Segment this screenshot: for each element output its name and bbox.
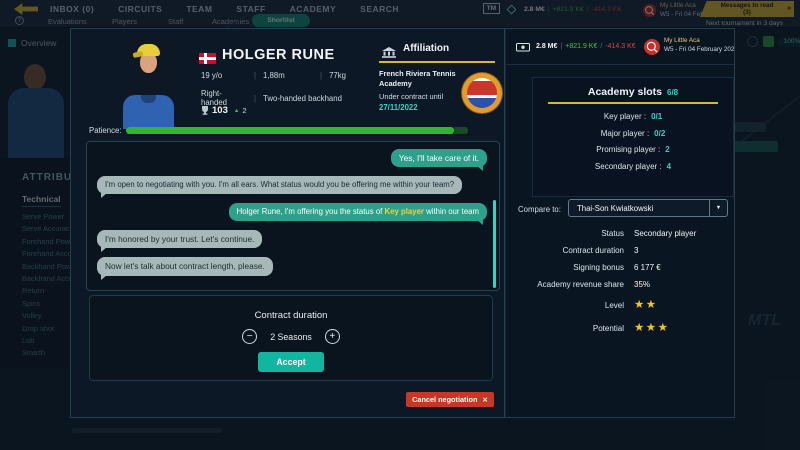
- player-rank: 103: [212, 105, 228, 116]
- potential-stars: ★★★: [634, 321, 670, 334]
- chat-scrollbar[interactable]: [493, 200, 496, 288]
- chat-message-user: Holger Rune, I'm offering you the status…: [228, 203, 487, 225]
- cancel-negotiation-button[interactable]: Cancel negotiation ✕: [406, 392, 494, 407]
- compare-details: Status Secondary player Contract duration…: [506, 229, 734, 334]
- contract-duration-title: Contract duration: [254, 310, 328, 321]
- player-ranking-row: 103 ▲ 2: [201, 105, 246, 116]
- slot-row: Major player :0/2: [600, 128, 666, 138]
- selected-compare-player: Thai-Son Kwiatkowski: [577, 203, 654, 213]
- negotiation-dialog: HOLGER RUNE 19 y/o | 1,88m | 77kg Right-ha…: [70, 28, 505, 418]
- yellow-underline: [548, 102, 718, 104]
- finance-strip: 2.8 M€ | +821.9 K€ / -414.3 K€ My Little…: [506, 29, 734, 65]
- player-height: 1,88m: [263, 71, 285, 80]
- duration-value: 2 Seasons: [270, 331, 312, 342]
- compare-to-label: Compare to:: [518, 205, 561, 214]
- slot-row: Promising player :2: [596, 145, 670, 154]
- chat-message-player: I'm open to negotiating with you. I'm al…: [97, 176, 463, 198]
- compare-row: Status Secondary player: [601, 229, 697, 238]
- player-weight: 77kg: [329, 71, 346, 80]
- chat-area: Yes, I'll take care of it. I'm open to n…: [86, 141, 500, 291]
- money-icon: [516, 43, 530, 52]
- denmark-flag-icon: [199, 53, 216, 64]
- slot-row: Key player :0/1: [603, 112, 663, 121]
- accept-button[interactable]: Accept: [258, 352, 324, 372]
- contract-until-date: 27/11/2022: [379, 103, 418, 112]
- academy-slots-title: Academy slots 6/8: [587, 86, 679, 98]
- rank-up-icon: ▲: [233, 107, 240, 114]
- potential-row: Potential ★★★: [592, 321, 670, 334]
- academy-name: My Little Aca: [664, 37, 700, 44]
- balance-value: 2.8 M€: [536, 43, 558, 50]
- academy-info-panel: 2.8 M€ | +821.9 K€ / -414.3 K€ My Little…: [505, 28, 735, 418]
- affiliation-title: Affiliation: [403, 43, 450, 54]
- academy-building-icon: [382, 47, 396, 58]
- yellow-underline: [379, 61, 495, 63]
- chat-message-player: Now let's talk about contract length, pl…: [97, 257, 273, 280]
- compare-row: Signing bonus 6 177 €: [573, 263, 661, 272]
- panel-academy-info: My Little Aca W5 - Fri 04 February 2022: [664, 37, 735, 55]
- player-age: 19 y/o: [201, 71, 223, 80]
- duration-stepper: − 2 Seasons +: [90, 329, 492, 344]
- increase-duration-button[interactable]: +: [324, 329, 340, 344]
- chat-message-player: I'm honored by your trust. Let's continu…: [97, 229, 263, 253]
- trophy-icon: [202, 106, 208, 115]
- chevron-down-icon: ▼: [709, 200, 727, 216]
- slots-rows: Key player :0/1 Major player :0/2 Promis…: [533, 112, 733, 171]
- contract-until-label: Under contract until: [379, 92, 444, 101]
- compare-row: Academy revenue share 35%: [537, 280, 651, 289]
- player-backhand: Two-handed backhand: [263, 93, 342, 103]
- contract-duration-box: Contract duration − 2 Seasons + Accept: [89, 295, 493, 381]
- slots-count: 6/8: [667, 88, 679, 97]
- affiliation-section: Affiliation French Riviera Tennis Academ…: [379, 41, 502, 133]
- status-highlight: Key player: [384, 207, 424, 217]
- slot-row: Secondary player :4: [594, 161, 672, 171]
- income-value: +821.9 K€: [565, 43, 598, 50]
- panel-finance: 2.8 M€ | +821.9 K€ / -414.3 K€: [536, 43, 636, 50]
- rank-change: 2: [242, 106, 247, 115]
- player-photo: [121, 36, 176, 129]
- player-bio-row: 19 y/o | 1,88m | 77kg: [201, 71, 346, 80]
- cancel-label: Cancel negotiation: [412, 395, 478, 404]
- patience-label: Patience:: [89, 126, 122, 135]
- compare-row: Contract duration 3: [562, 246, 639, 255]
- academy-logo-icon: [644, 39, 660, 55]
- app-window: INBOX (0) CIRCUITS TEAM STAFF ACADEMY SE…: [0, 0, 800, 450]
- level-stars: ★★: [634, 299, 658, 311]
- decrease-duration-button[interactable]: −: [242, 329, 258, 344]
- chat-message-user: Yes, I'll take care of it.: [390, 149, 487, 172]
- academy-slots-box: Academy slots 6/8 Key player :0/1 Major p…: [532, 77, 734, 197]
- expense-value: -414.3 K€: [605, 43, 636, 50]
- level-row: Level ★★: [604, 299, 658, 311]
- close-icon: ✕: [482, 396, 488, 404]
- compare-player-dropdown[interactable]: Thai-Son Kwiatkowski ▼: [568, 199, 728, 217]
- player-name: HOLGER RUNE: [222, 47, 335, 63]
- game-date: W5 - Fri 04 February 2022: [664, 45, 735, 53]
- patience-bar: [126, 127, 468, 134]
- club-crest: [462, 73, 502, 113]
- affiliation-club: French Riviera Tennis Academy: [379, 69, 456, 88]
